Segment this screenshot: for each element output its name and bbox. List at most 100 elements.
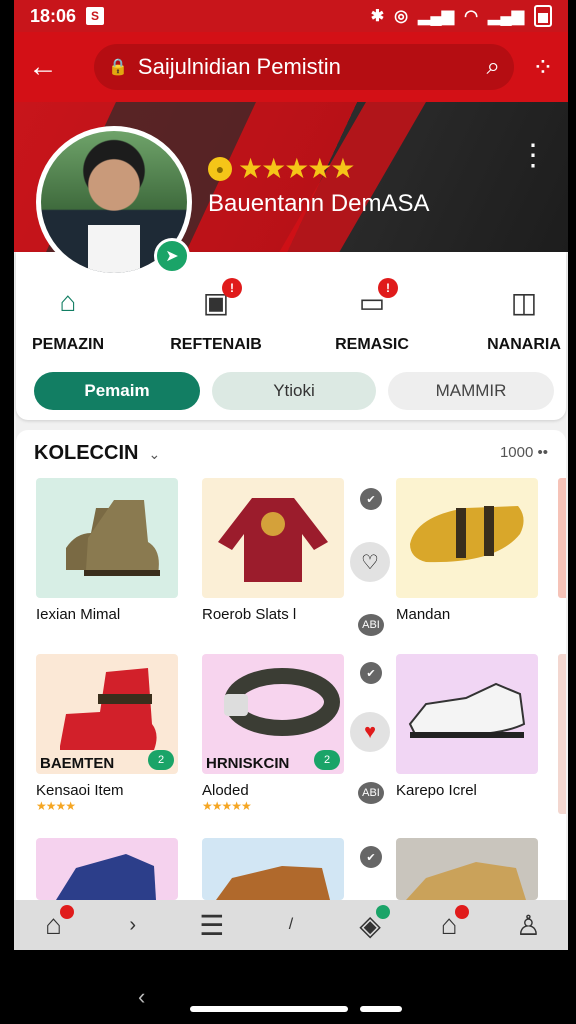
- side-tag: ABI: [358, 782, 384, 804]
- item-count: 1000 ••: [499, 444, 548, 461]
- product-image: [36, 838, 178, 900]
- favorite-filled-icon[interactable]: ♥: [350, 712, 390, 752]
- collection-section: KOLECCIN ⌄ 1000 •• Iexian Mimal Roerob Sl…: [16, 430, 566, 900]
- slipper-icon: [410, 506, 524, 563]
- rating-stars: ★★★★★: [238, 153, 356, 184]
- quick-action-item[interactable]: ▣! REFTENAIB: [156, 278, 276, 354]
- home-gesture-bar-secondary: [360, 1006, 402, 1012]
- location-icon[interactable]: ◈: [350, 904, 391, 942]
- phone-screen: 18:06 S ✱ ◎ ▂▄▆ ◠ ▂▄▆ ← 🔒 Saijulnidian P…: [14, 0, 568, 1024]
- section-header[interactable]: KOLECCIN ⌄: [34, 442, 160, 465]
- product-chip: 2: [148, 750, 174, 770]
- quick-action-label: PEMAZIN: [32, 336, 104, 353]
- bluetooth-icon: ✱: [370, 8, 385, 25]
- check-tag-icon[interactable]: ✔: [360, 488, 382, 510]
- store-name: Bauentann DemASA: [208, 190, 430, 217]
- home-house-icon: ⌂: [59, 286, 77, 317]
- quick-action-item[interactable]: ⌂ PEMAZIN: [14, 282, 128, 354]
- product-overlay-label: HRNISKCIN: [206, 755, 290, 772]
- nav-badge-dot: [455, 905, 470, 919]
- product-card[interactable]: Iexian Mimal: [36, 478, 178, 623]
- lock-icon: 🔒: [108, 59, 128, 76]
- divider-mark: /: [288, 916, 294, 933]
- shop-icon[interactable]: ⌂: [429, 905, 470, 941]
- quick-action-item[interactable]: ▭! REMASIC: [312, 278, 432, 354]
- product-name: Roerob Slats l: [202, 606, 297, 623]
- product-card[interactable]: [396, 838, 538, 900]
- message-icon: ▭!: [352, 278, 398, 322]
- product-image: [36, 478, 178, 598]
- search-icon[interactable]: ⌕: [487, 53, 500, 81]
- product-image: [396, 478, 538, 598]
- more-menu-icon[interactable]: ⁘: [532, 52, 554, 83]
- product-card[interactable]: Karepo Icrel: [396, 654, 538, 799]
- product-image: [202, 478, 344, 598]
- product-image: [396, 654, 538, 774]
- section-title: KOLECCIN: [34, 442, 139, 464]
- signal-icon: ▂▄▆: [418, 8, 455, 25]
- sweater-icon: [218, 498, 328, 582]
- profile-icon[interactable]: ♙: [508, 909, 548, 942]
- product-card[interactable]: HRNISKCIN 2 Aloded ★★★★★: [202, 654, 344, 813]
- product-name: Karepo Icrel: [396, 782, 477, 799]
- product-image: [202, 838, 344, 900]
- bottom-nav: ⌂ › ☰ / ◈ ⌂ ♙: [14, 900, 568, 950]
- nav-badge-dot: [376, 904, 391, 919]
- product-card[interactable]: [36, 838, 178, 900]
- system-back-icon[interactable]: ‹: [138, 984, 145, 1010]
- chevron-down-icon: ⌄: [148, 446, 161, 462]
- coin-icon: ●: [208, 156, 232, 181]
- home-gesture-bar[interactable]: [190, 1006, 348, 1012]
- side-tag: ABI: [358, 614, 384, 636]
- signal-icon-2: ▂▄▆: [488, 8, 524, 25]
- battery-icon: [534, 5, 552, 27]
- product-image: BAEMTEN 2: [36, 654, 178, 774]
- product-overlay-label: BAEMTEN: [40, 755, 115, 772]
- filter-pill[interactable]: MAMMIR: [388, 372, 554, 410]
- avatar[interactable]: ➤: [36, 126, 192, 278]
- favorite-icon[interactable]: ♡: [350, 542, 390, 582]
- next-card-peek: [558, 478, 566, 598]
- verified-badge-icon: ➤: [154, 238, 190, 274]
- system-nav-bar: ‹: [14, 950, 568, 1024]
- product-card[interactable]: Roerob Slats l: [202, 478, 344, 623]
- quick-actions-card: ⌂ PEMAZIN ▣! REFTENAIB ▭! REMASIC ◫ NANA…: [16, 252, 566, 420]
- product-chip: 2: [314, 750, 340, 770]
- store-rating: ● ★★★★★: [208, 152, 356, 185]
- filter-pills: Pemaim Ytioki MAMMIR: [34, 372, 554, 410]
- kebab-menu-icon[interactable]: ⋮: [518, 138, 548, 173]
- product-name: Mandan: [396, 606, 451, 623]
- notification-badge: !: [222, 278, 242, 298]
- app-title: Saijulnidian Pemistin: [137, 54, 341, 79]
- home-icon[interactable]: ⌂: [34, 905, 74, 941]
- tan-shoe-icon: [406, 862, 526, 900]
- nav-badge-dot: [59, 905, 74, 919]
- quick-action-item[interactable]: ◫ NANARIA: [464, 282, 568, 354]
- back-arrow-icon[interactable]: ←: [28, 50, 68, 84]
- filter-pill-active[interactable]: Pemaim: [34, 372, 200, 410]
- chevron-right-icon[interactable]: ›: [113, 914, 153, 937]
- filter-pill[interactable]: Ytioki: [212, 372, 376, 410]
- check-tag-icon[interactable]: ✔: [360, 846, 382, 868]
- next-card-peek: [558, 654, 566, 814]
- product-image: HRNISKCIN 2: [202, 654, 344, 774]
- package-icon: ▣!: [196, 278, 242, 322]
- product-name: Iexian Mimal: [36, 606, 121, 623]
- clock: 18:06: [30, 5, 77, 26]
- check-tag-icon[interactable]: ✔: [360, 662, 382, 684]
- nfc-icon: ◎: [394, 8, 409, 25]
- product-card[interactable]: [202, 838, 344, 900]
- product-name: Aloded: [202, 782, 249, 799]
- app-bar: ← 🔒 Saijulnidian Pemistin ⌕ ⁘: [14, 32, 568, 102]
- list-icon[interactable]: ☰: [192, 909, 232, 942]
- brown-shoe-icon: [216, 866, 330, 900]
- quick-action-label: REFTENAIB: [170, 336, 262, 353]
- product-rating: ★★★★★: [202, 799, 252, 813]
- wifi-icon: ◠: [464, 8, 479, 25]
- boot-icon: [66, 500, 160, 576]
- address-search-bar[interactable]: 🔒 Saijulnidian Pemistin ⌕: [94, 44, 514, 90]
- notification-badge: !: [378, 278, 398, 298]
- status-bar: 18:06 S ✱ ◎ ▂▄▆ ◠ ▂▄▆: [14, 0, 568, 32]
- product-card[interactable]: BAEMTEN 2 Kensaoi Item ★★★★: [36, 654, 178, 813]
- product-card[interactable]: Mandan: [396, 478, 538, 623]
